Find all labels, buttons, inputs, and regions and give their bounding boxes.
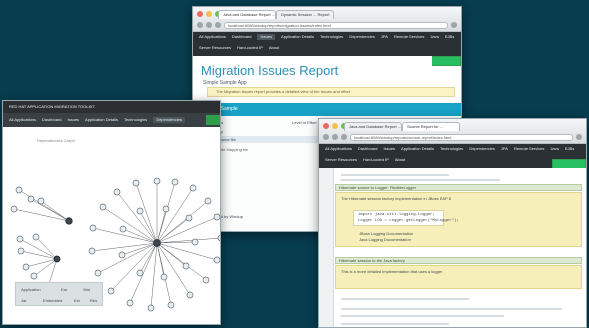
application-section-header: Simple Sample: [199, 103, 461, 116]
source-navigation: All Applications Dashboard Issues Applic…: [319, 144, 586, 168]
legend-res[interactable]: Res: [90, 298, 97, 303]
page-subtitle: Simple Sample App: [203, 80, 247, 86]
nav-issues[interactable]: Issues: [383, 146, 395, 152]
nav-dependencies[interactable]: Dependencies: [349, 34, 375, 40]
documentation-link[interactable]: JBoss Logging Documentation: [359, 231, 413, 236]
nav-application-details[interactable]: Application Details: [401, 146, 434, 152]
nav-technologies[interactable]: Technologies: [124, 117, 147, 123]
browser-menu-icon[interactable]: [451, 22, 457, 28]
nav-java[interactable]: Java: [430, 34, 438, 40]
graph-action-button[interactable]: [206, 115, 220, 125]
nav-dashboard[interactable]: Dashboard: [232, 34, 252, 40]
desktop-background: Java and Database Report ... Dynamic Ses…: [0, 0, 589, 328]
nav-all-applications[interactable]: All Applications: [199, 34, 226, 40]
tab-java-database-report[interactable]: Java and Database Report ...: [218, 10, 276, 19]
nav-dashboard[interactable]: Dashboard: [42, 117, 62, 123]
nav-technologies[interactable]: Technologies: [440, 146, 463, 152]
nav-dashboard[interactable]: Dashboard: [358, 146, 378, 152]
nav-dependencies[interactable]: Dependencies: [469, 146, 495, 152]
browser-chrome: Java and Database Report ... Source Repo…: [319, 119, 586, 144]
address-bar[interactable]: localhost:8080/windup/reports/migration-…: [224, 21, 448, 29]
application-hub-node[interactable]: [53, 255, 61, 263]
nav-ejbs[interactable]: EJBs: [565, 146, 574, 152]
legend-jar[interactable]: Jar: [21, 298, 27, 303]
reload-icon[interactable]: [341, 134, 347, 140]
browser-chrome: Java and Database Report ... Dynamic Ses…: [193, 7, 461, 32]
nav-remote-services[interactable]: Remote Services: [394, 34, 424, 40]
nav-server-resources[interactable]: Server Resources: [199, 45, 231, 51]
line-number-gutter: [319, 168, 334, 327]
close-icon[interactable]: [197, 11, 203, 17]
address-bar[interactable]: localhost:8080/windup/reports/source-rep…: [350, 133, 573, 141]
application-hub-node[interactable]: [65, 217, 73, 225]
nav-application-details[interactable]: Application Details: [85, 117, 118, 123]
nav-ejbs[interactable]: EJBs: [445, 34, 454, 40]
source-code-panel: Hibernate source to Logger: FlexibleLogg…: [319, 168, 586, 327]
dependencies-graph-window: RED HAT APPLICATION MIGRATION TOOLKIT Al…: [2, 100, 221, 325]
graph-window-header: RED HAT APPLICATION MIGRATION TOOLKIT: [3, 101, 220, 113]
nav-issues[interactable]: Issues: [257, 34, 276, 40]
back-icon[interactable]: [323, 134, 329, 140]
nav-all-applications[interactable]: All Applications: [9, 117, 36, 123]
issue-description: This is a more detailed implementation t…: [341, 269, 443, 274]
page-title: Migration Issues Report: [201, 63, 339, 78]
issue-header[interactable]: Hibernate session to the Java factory: [335, 257, 582, 264]
issue-header[interactable]: Hibernate source to Logger: FlexibleLogg…: [335, 184, 582, 191]
reload-icon[interactable]: [215, 22, 221, 28]
address-toolbar: localhost:8080/windup/reports/migration-…: [197, 21, 457, 29]
source-report-window: Java and Database Report ... Source Repo…: [318, 118, 587, 328]
nav-hard-coded-ip[interactable]: Hard-coded IP: [363, 157, 389, 163]
forward-icon[interactable]: [332, 134, 338, 140]
minimize-icon[interactable]: [332, 123, 338, 129]
minimize-icon[interactable]: [206, 11, 212, 17]
forward-icon[interactable]: [206, 22, 212, 28]
graph-legend: Application Ear War Jar Embedded Ext Res: [15, 282, 103, 306]
issue-description: The Hibernate session factory implementa…: [341, 196, 451, 201]
code-snippet: import java.util.logging.Logger; Logger …: [353, 210, 459, 226]
nav-all-applications[interactable]: All Applications: [325, 146, 352, 152]
documentation-link[interactable]: Java Logging Documentation: [359, 237, 411, 242]
legend-application[interactable]: Application: [21, 287, 41, 292]
code-line: import java.util.logging.Logger;: [358, 213, 435, 217]
nav-jpa[interactable]: JPA: [381, 34, 388, 40]
notice-text: The Migration Issues report provides a d…: [216, 89, 350, 94]
table-header-effort: Level of Effort: [292, 120, 317, 125]
report-navigation: All Applications Dashboard Issues Applic…: [193, 32, 461, 56]
nav-issues[interactable]: Issues: [67, 117, 79, 123]
tab-source-report[interactable]: Source Report for ...: [402, 122, 460, 131]
nav-application-details[interactable]: Application Details: [281, 34, 314, 40]
nav-hard-coded-ip[interactable]: Hard-coded IP: [237, 45, 263, 51]
address-toolbar: localhost:8080/windup/reports/source-rep…: [323, 133, 582, 141]
report-action-button[interactable]: [432, 57, 460, 65]
nav-java[interactable]: Java: [550, 146, 558, 152]
nav-technologies[interactable]: Technologies: [320, 34, 343, 40]
legend-war[interactable]: War: [83, 287, 90, 292]
nav-about[interactable]: About: [395, 157, 405, 163]
nav-about[interactable]: About: [269, 45, 279, 51]
legend-embedded[interactable]: Embedded: [43, 298, 62, 303]
report-notice: The Migration Issues report provides a d…: [207, 87, 455, 97]
section-title: Simple Sample: [204, 106, 238, 112]
nav-server-resources[interactable]: Server Resources: [325, 157, 357, 163]
nav-remote-services[interactable]: Remote Services: [514, 146, 544, 152]
application-hub-node[interactable]: [153, 239, 161, 247]
tab-java-database-report[interactable]: Java and Database Report ...: [344, 122, 402, 131]
legend-ext[interactable]: Ext: [74, 298, 80, 303]
close-icon[interactable]: [323, 123, 329, 129]
nav-dependencies[interactable]: Dependencies: [153, 117, 185, 123]
legend-ear[interactable]: Ear: [61, 287, 67, 292]
back-icon[interactable]: [197, 22, 203, 28]
issue-details: The Hibernate session factory implementa…: [335, 192, 582, 247]
graph-navigation: All Applications Dashboard Issues Applic…: [3, 113, 220, 127]
tab-dynamic-session-report[interactable]: Dynamic Session ... Report: [276, 10, 334, 19]
nav-jpa[interactable]: JPA: [501, 146, 508, 152]
issue-details: This is a more detailed implementation t…: [335, 265, 582, 289]
toolkit-title: RED HAT APPLICATION MIGRATION TOOLKIT: [9, 104, 95, 109]
code-line: Logger LOG = Logger.getLogger("MyLogger"…: [358, 219, 459, 223]
browser-menu-icon[interactable]: [576, 134, 582, 140]
issue-title: Hibernate session to the Java factory: [339, 258, 405, 263]
issue-title: Hibernate source to Logger: FlexibleLogg…: [339, 185, 416, 190]
